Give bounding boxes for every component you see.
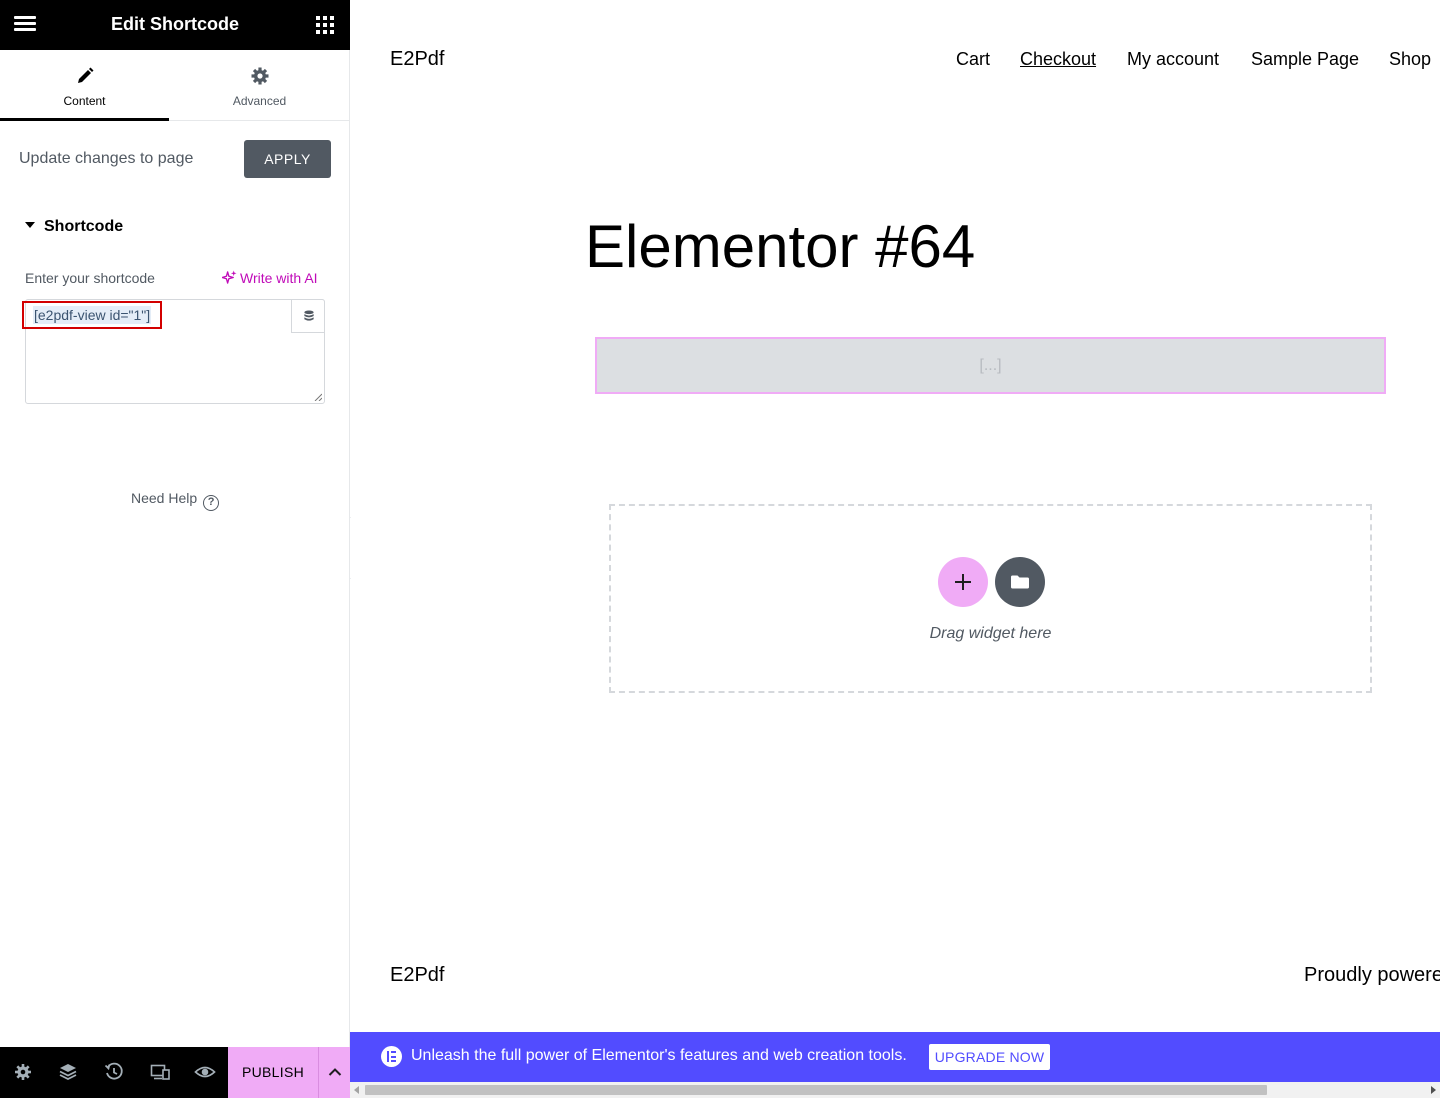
add-template-button[interactable] — [995, 557, 1045, 607]
database-icon — [304, 310, 314, 321]
ai-sparkle-icon — [222, 270, 237, 284]
panel-tabs: Content Advanced — [0, 50, 350, 121]
elementor-editor: Edit Shortcode Content Advanced Update c… — [0, 0, 1440, 1098]
add-section-button[interactable] — [938, 557, 988, 607]
publish-options-button[interactable] — [318, 1047, 350, 1098]
panel-footer: PUBLISH — [0, 1047, 350, 1098]
promo-message: Unleash the full power of Elementor's fe… — [411, 1047, 907, 1064]
publish-button[interactable]: PUBLISH — [228, 1047, 318, 1098]
responsive-mode-icon[interactable] — [149, 1061, 171, 1083]
panel-title: Edit Shortcode — [110, 14, 239, 34]
pencil-icon — [77, 67, 93, 83]
update-changes-row: Update changes to page APPLY — [0, 140, 350, 180]
chevron-up-icon — [328, 1068, 342, 1076]
question-circle-icon: ? — [203, 495, 220, 511]
shortcode-textarea[interactable]: [e2pdf-view id="1"] — [22, 299, 325, 404]
scrollbar-thumb[interactable] — [365, 1085, 1267, 1095]
nav-link-shop[interactable]: Shop — [1389, 49, 1431, 70]
footer-credit: Proudly powere — [1304, 964, 1440, 986]
history-icon[interactable] — [103, 1061, 125, 1083]
annotation-highlight-box — [22, 301, 162, 329]
tab-advanced-label: Advanced — [232, 94, 287, 108]
write-with-ai-label: Write with AI — [240, 270, 318, 286]
section-title: Shortcode — [44, 218, 124, 235]
widgets-grid-icon[interactable] — [316, 16, 334, 34]
elementor-logo-icon — [381, 1046, 402, 1067]
tab-advanced[interactable]: Advanced — [169, 50, 350, 121]
horizontal-scrollbar[interactable] — [350, 1082, 1440, 1098]
nav-link-checkout[interactable]: Checkout — [1020, 49, 1096, 70]
page-title: Elementor #64 — [585, 213, 976, 280]
drag-widget-hint: Drag widget here — [929, 625, 1052, 642]
nav-link-cart[interactable]: Cart — [956, 49, 990, 70]
shortcode-widget-preview[interactable]: [...] — [595, 337, 1386, 394]
resize-handle-icon[interactable] — [314, 393, 322, 401]
panel-header: Edit Shortcode — [0, 0, 350, 50]
write-with-ai-button[interactable]: Write with AI — [222, 270, 318, 286]
footer-site-title[interactable]: E2Pdf — [390, 964, 444, 987]
upgrade-promo-bar: Unleash the full power of Elementor's fe… — [350, 1032, 1440, 1082]
caret-down-icon — [25, 222, 35, 228]
need-help-link[interactable]: Need Help? — [131, 490, 220, 511]
tab-content[interactable]: Content — [0, 50, 169, 121]
site-navigation: Cart Checkout My account Sample Page Sho… — [351, 49, 1440, 73]
scroll-left-arrow-icon[interactable] — [354, 1086, 359, 1094]
folder-icon — [1011, 575, 1029, 589]
settings-gear-icon[interactable] — [12, 1061, 34, 1083]
need-help-label: Need Help — [131, 490, 198, 506]
upgrade-now-button[interactable]: UPGRADE NOW — [929, 1044, 1050, 1070]
preview-eye-icon[interactable] — [194, 1061, 216, 1083]
empty-section-drop-zone: Drag widget here — [609, 504, 1372, 693]
nav-link-sample-page[interactable]: Sample Page — [1251, 49, 1359, 70]
update-changes-label: Update changes to page — [19, 150, 194, 167]
layers-icon[interactable] — [57, 1061, 79, 1083]
tab-content-label: Content — [63, 94, 106, 108]
apply-button[interactable]: APPLY — [244, 140, 331, 178]
shortcode-field-label: Enter your shortcode — [25, 270, 155, 286]
editor-panel: Edit Shortcode Content Advanced Update c… — [0, 0, 350, 1098]
dynamic-tags-button[interactable] — [291, 299, 325, 333]
page-preview: E2Pdf Cart Checkout My account Sample Pa… — [351, 0, 1440, 1032]
scroll-right-arrow-icon[interactable] — [1431, 1086, 1436, 1094]
nav-link-my-account[interactable]: My account — [1127, 49, 1219, 70]
gear-icon — [251, 67, 268, 85]
